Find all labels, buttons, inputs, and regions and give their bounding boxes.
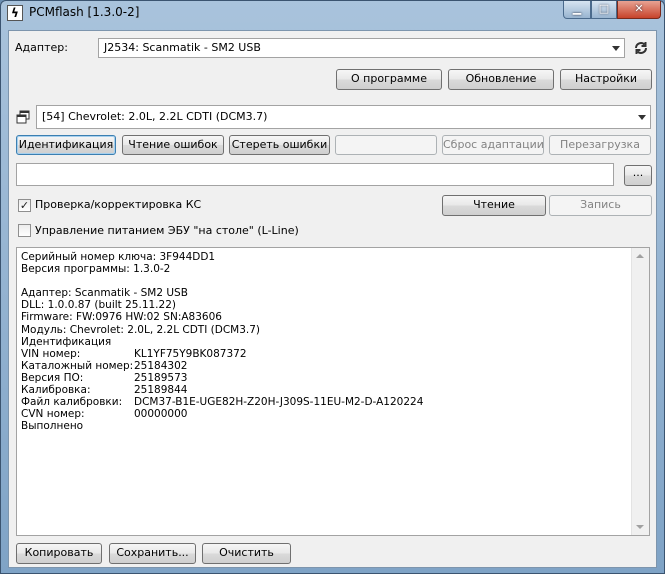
chevron-down-icon — [638, 115, 646, 120]
client-area: Адаптер: J2534: Scanmatik - SM2 USB О пр… — [8, 30, 657, 568]
checksum-label: Проверка/корректировка КС — [35, 198, 202, 211]
file-path-input[interactable] — [16, 163, 614, 186]
identify-button[interactable]: Идентификация — [16, 135, 116, 155]
log-scrollbar[interactable] — [631, 248, 649, 535]
log-line: Версия ПО: 25189573 — [21, 372, 625, 384]
scroll-down-icon[interactable] — [636, 525, 644, 529]
close-button[interactable]: ✕ — [617, 1, 661, 19]
log-line-key: Версия ПО: — [21, 371, 84, 384]
bench-power-checkbox[interactable] — [18, 224, 31, 237]
log-line: VIN номер: KL1YF75Y9BK087372 — [21, 348, 625, 360]
log-line: DLL: 1.0.0.87 (built 25.11.22) — [21, 299, 176, 312]
log-line: Выполнено — [21, 420, 84, 433]
adapter-label: Адаптер: — [15, 41, 68, 54]
log-line: Файл калибровки: DCM37-B1E-UGE82H-Z20H-J3… — [21, 396, 625, 408]
log-line: Идентификация — [21, 335, 112, 348]
checksum-checkbox[interactable]: ✓ — [18, 199, 31, 212]
copy-button[interactable]: Копировать — [16, 543, 102, 564]
log-line-key: Каталожный номер: — [21, 359, 134, 372]
clear-errors-button[interactable]: Стереть ошибки — [229, 135, 330, 155]
log-line-value: DCM37-B1E-UGE82H-Z20H-J309S-11EU-M2-D-A1… — [134, 396, 424, 409]
log-line-value: 25184302 — [134, 359, 188, 372]
log-line: CVN номер: 00000000 — [21, 408, 625, 420]
read-button[interactable]: Чтение — [442, 195, 546, 216]
window-title: PCMflash [1.3.0-2] — [29, 5, 140, 19]
scroll-up-icon[interactable] — [636, 254, 644, 258]
log-line-value: 00000000 — [134, 408, 188, 421]
log-line-key: VIN номер: — [21, 347, 81, 360]
reboot-button[interactable]: Перезагрузка — [549, 135, 651, 155]
log-line-key: Калибровка: — [21, 384, 91, 397]
adapter-select-value: J2534: Scanmatik - SM2 USB — [104, 41, 261, 54]
log-line-value: 25189573 — [134, 371, 188, 384]
title-bar[interactable]: ϟ PCMflash [1.3.0-2] ▁ □ ✕ — [1, 1, 664, 29]
blank-button[interactable] — [335, 135, 437, 155]
about-button[interactable]: О программе — [336, 69, 442, 90]
lightning-icon: ϟ — [7, 5, 23, 21]
log-content: Серийный номер ключа: 3F944DD1 Версия про… — [21, 251, 625, 432]
module-select-value: [54] Chevrolet: 2.0L, 2.2L CDTI (DCM3.7) — [42, 110, 268, 123]
reset-adaptation-button[interactable]: Сброс адаптации — [442, 135, 544, 155]
refresh-icon[interactable] — [633, 40, 649, 56]
log-line: Адаптер: Scanmatik - SM2 USB — [21, 287, 188, 300]
settings-button[interactable]: Настройки — [560, 69, 652, 90]
read-errors-button[interactable]: Чтение ошибок — [122, 135, 224, 155]
log-line: Серийный номер ключа: 3F944DD1 — [21, 251, 216, 263]
log-line-value: KL1YF75Y9BK087372 — [134, 347, 247, 360]
log-line-key: Файл калибровки: — [21, 396, 123, 409]
log-line: Firmware: FW:0976 HW:02 SN:A83606 — [21, 311, 222, 324]
save-button[interactable]: Сохранить... — [109, 543, 196, 564]
log-textarea[interactable]: Серийный номер ключа: 3F944DD1 Версия про… — [16, 247, 650, 536]
log-line-key: CVN номер: — [21, 408, 85, 421]
log-line: Версия программы: 1.3.0-2 — [21, 263, 171, 276]
write-button[interactable]: Запись — [549, 195, 652, 216]
log-line: Каталожный номер:25184302 — [21, 360, 625, 372]
bench-power-label: Управление питанием ЭБУ "на столе" (L-Li… — [35, 224, 299, 237]
minimize-button[interactable]: ▁ — [563, 1, 591, 19]
adapter-select[interactable]: J2534: Scanmatik - SM2 USB — [98, 38, 625, 58]
module-select[interactable]: [54] Chevrolet: 2.0L, 2.2L CDTI (DCM3.7) — [36, 105, 651, 129]
browse-button[interactable]: ... — [624, 165, 652, 186]
clear-log-button[interactable]: Очистить — [202, 543, 291, 564]
log-line-value: 25189844 — [134, 384, 188, 397]
chevron-down-icon — [612, 46, 620, 51]
log-line: Модуль: Chevrolet: 2.0L, 2.2L CDTI (DCM3… — [21, 323, 261, 336]
window-icon[interactable] — [16, 110, 30, 124]
maximize-button[interactable]: □ — [591, 1, 617, 19]
main-window: ϟ PCMflash [1.3.0-2] ▁ □ ✕ Адаптер: J253… — [0, 0, 665, 574]
log-line: Калибровка: 25189844 — [21, 384, 625, 396]
update-button[interactable]: Обновление — [448, 69, 554, 90]
